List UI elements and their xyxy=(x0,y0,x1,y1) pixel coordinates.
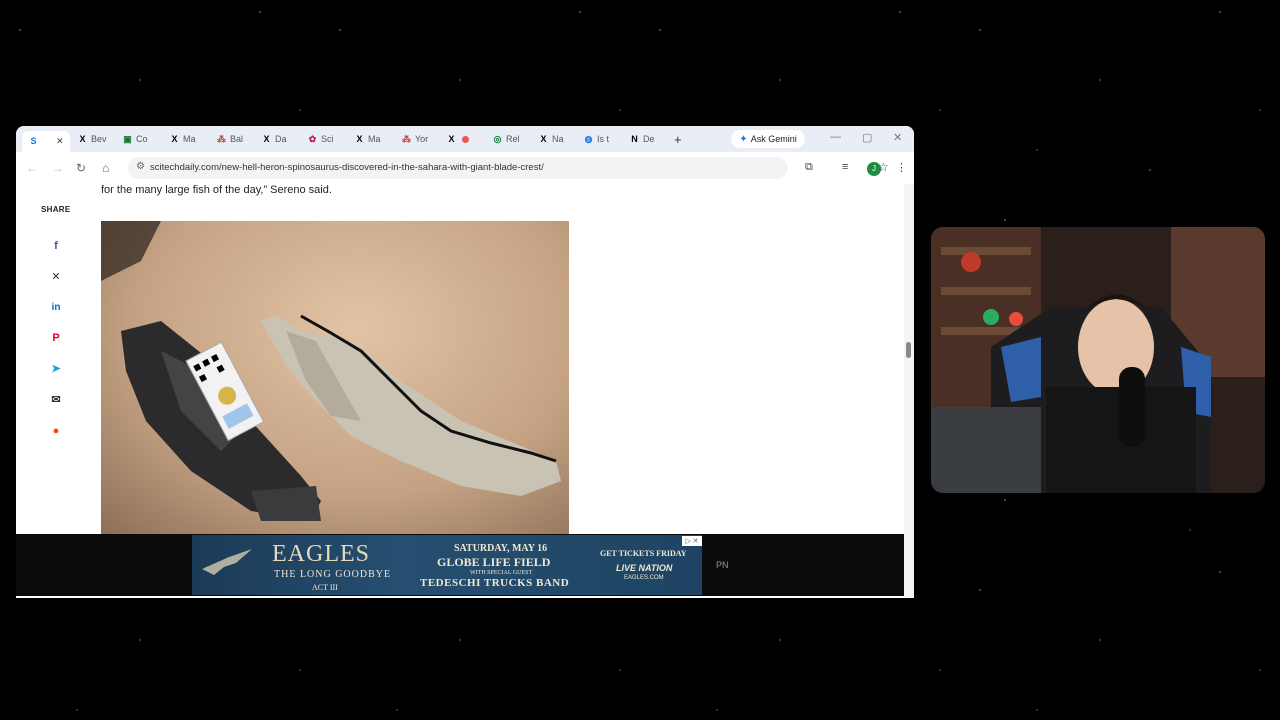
scrollbar-thumb[interactable] xyxy=(906,342,911,358)
reload-icon[interactable]: ↻ xyxy=(76,161,86,175)
tab-label: Is t xyxy=(597,134,610,144)
ad-choices-close-icon[interactable]: ▷ ✕ xyxy=(682,536,702,546)
tab-11[interactable]: ◎ Rel xyxy=(492,131,520,147)
x-icon: X xyxy=(448,133,455,144)
tab-scitechdaily[interactable]: S ✕ xyxy=(22,131,70,152)
new-tab-button[interactable]: + xyxy=(674,131,682,147)
back-arrow-icon[interactable]: ← xyxy=(26,161,38,175)
share-label: SHARE xyxy=(41,205,71,214)
webcam-overlay xyxy=(931,227,1265,493)
ad-cta: GET TICKETS FRIDAY xyxy=(600,549,687,558)
x-icon: X xyxy=(79,133,86,144)
webcam-image xyxy=(931,227,1265,493)
site-info-icon[interactable]: ⚙ xyxy=(136,161,145,172)
app-icon: ◎ xyxy=(493,133,502,144)
x-icon: X xyxy=(171,133,178,144)
recording-dot-icon xyxy=(462,135,469,143)
tab-label: Na xyxy=(552,134,564,144)
tab-5[interactable]: ⁂ Bal xyxy=(216,131,243,147)
tab-2[interactable]: X Bev xyxy=(77,131,107,147)
tab-10[interactable]: X xyxy=(446,131,469,147)
close-window-icon[interactable]: ✕ xyxy=(893,131,902,144)
tab-14[interactable]: N De xyxy=(629,131,655,147)
home-icon[interactable]: ⌂ xyxy=(102,161,109,175)
tab-4[interactable]: X Ma xyxy=(169,131,196,147)
page-icon: ▣ xyxy=(123,133,132,144)
eagles-ad[interactable]: EAGLES THE LONG GOODBYE ACT III SATURDAY… xyxy=(192,535,702,595)
x-icon: X xyxy=(263,133,270,144)
reddit-icon[interactable]: ● xyxy=(49,424,63,438)
ad-subtitle: THE LONG GOODBYE xyxy=(274,569,392,580)
address-bar[interactable]: ⚙ scitechdaily.com/new-hell-heron-spinos… xyxy=(128,157,889,179)
email-icon[interactable]: ✉ xyxy=(49,393,63,407)
tab-8[interactable]: X Ma xyxy=(354,131,381,147)
x-icon: X xyxy=(540,133,547,144)
ad-act: ACT III xyxy=(312,583,338,592)
browser-toolbar: ← → ↻ ⌂ ⚙ scitechdaily.com/new-hell-hero… xyxy=(16,152,914,184)
tab-label: Ma xyxy=(183,134,196,144)
ad-special-guest: WITH SPECIAL GUEST xyxy=(470,570,533,576)
menu-kebab-icon[interactable]: ⋮ xyxy=(896,161,907,174)
ad-venue: GLOBE LIFE FIELD xyxy=(437,555,551,569)
tab-label: Ma xyxy=(368,134,381,144)
tab-3[interactable]: ▣ Co xyxy=(122,131,148,147)
globe-icon: ◍ xyxy=(584,133,593,144)
maximize-icon[interactable]: ▢ xyxy=(862,131,872,144)
tab-13[interactable]: ◍ Is t xyxy=(583,131,609,147)
ask-gemini-label: Ask Gemini xyxy=(750,134,797,144)
tab-7[interactable]: ✿ Sci xyxy=(307,131,334,147)
tab-9[interactable]: ⁂ Yor xyxy=(401,131,428,147)
telegram-icon[interactable]: ➤ xyxy=(49,362,63,376)
app-icon: ⁂ xyxy=(217,133,226,144)
url-text[interactable]: scitechdaily.com/new-hell-heron-spinosau… xyxy=(150,162,544,173)
ask-gemini-button[interactable]: ✦ Ask Gemini xyxy=(731,130,805,148)
forward-arrow-icon[interactable]: → xyxy=(52,161,64,175)
fossil-photo xyxy=(101,221,569,574)
ad-side-text: PN xyxy=(716,560,729,570)
facebook-icon[interactable]: f xyxy=(49,239,63,253)
tab-label: Da xyxy=(275,134,287,144)
linkedin-icon[interactable]: in xyxy=(49,301,63,315)
tab-close-icon[interactable]: ✕ xyxy=(56,136,64,147)
live-nation-logo: LIVE NATION xyxy=(616,563,673,573)
scitechdaily-icon: S xyxy=(30,136,37,146)
tab-label: Co xyxy=(136,134,148,144)
browser-window: S ✕ X Bev ▣ Co X Ma ⁂ Bal X Da ✿ Sci X Ma ⁂ Yor … xyxy=(16,126,914,598)
media-controls-icon[interactable]: ≡ xyxy=(842,161,848,173)
ad-site: EAGLES.COM xyxy=(624,575,664,581)
x-icon[interactable]: ✕ xyxy=(49,270,63,284)
ad-banner-strip: EAGLES THE LONG GOODBYE ACT III SATURDAY… xyxy=(16,534,904,596)
minimize-icon[interactable]: — xyxy=(830,131,841,143)
tab-label: De xyxy=(643,134,655,144)
fossil-image xyxy=(101,221,569,574)
tab-label: Bev xyxy=(91,134,107,144)
page-scrollbar[interactable] xyxy=(904,184,914,598)
gemini-sparkle-icon: ✦ xyxy=(739,133,748,145)
eagle-illustration-icon xyxy=(202,549,252,575)
news-icon: N xyxy=(631,133,638,144)
app-icon: ⁂ xyxy=(402,133,411,144)
tab-label: Sci xyxy=(321,134,334,144)
tab-label: Yor xyxy=(415,134,429,144)
tab-search-icon[interactable]: ⧉ xyxy=(805,161,813,174)
tab-strip: S ✕ X Bev ▣ Co X Ma ⁂ Bal X Da ✿ Sci X Ma ⁂ Yor … xyxy=(16,126,914,152)
tab-label: Rel xyxy=(506,134,520,144)
pinterest-icon[interactable]: P xyxy=(49,331,63,345)
profile-avatar[interactable]: J xyxy=(867,162,881,176)
tab-12[interactable]: X Na xyxy=(538,131,564,147)
article-lead-text: for the many large fish of the day,” Ser… xyxy=(101,184,332,196)
flower-icon: ✿ xyxy=(308,133,317,144)
x-icon: X xyxy=(356,133,363,144)
tab-6[interactable]: X Da xyxy=(261,131,287,147)
ad-date: SATURDAY, MAY 16 xyxy=(454,543,548,554)
tab-label: Bal xyxy=(230,134,244,144)
ad-band: TEDESCHI TRUCKS BAND xyxy=(420,577,570,589)
ad-title: EAGLES xyxy=(272,541,370,567)
